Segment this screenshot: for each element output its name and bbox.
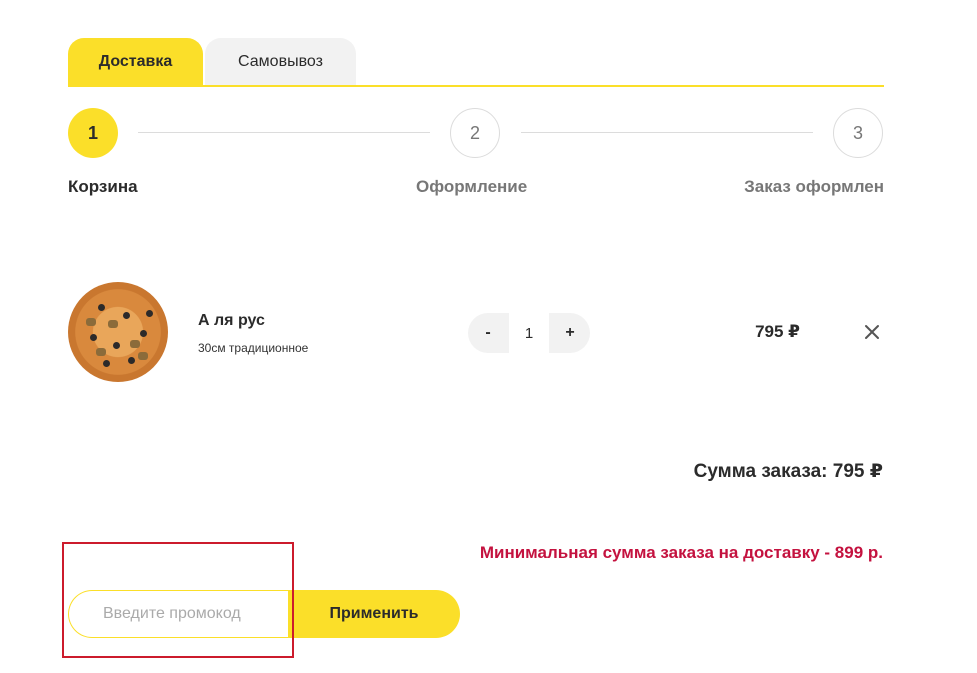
step-connector-2 <box>521 132 813 133</box>
step-1-circle: 1 <box>68 108 118 158</box>
increase-quantity-button[interactable]: + <box>550 313 590 353</box>
item-description: 30см традиционное <box>198 341 309 355</box>
order-total-label: Сумма заказа: <box>693 461 833 482</box>
step-connector-1 <box>138 132 430 133</box>
item-name: А ля рус <box>198 312 265 329</box>
quantity-value: 1 <box>509 313 549 353</box>
decrease-quantity-button[interactable]: - <box>468 313 508 353</box>
tab-underline <box>68 85 884 87</box>
quantity-stepper: - 1 + <box>468 313 590 353</box>
tab-pickup-label: Самовывоз <box>238 53 323 70</box>
tab-delivery-label: Доставка <box>98 53 173 70</box>
close-icon[interactable] <box>862 322 882 342</box>
order-total: Сумма заказа: 795 ₽ <box>694 460 883 483</box>
step-3-label: Заказ оформлен <box>744 177 884 196</box>
step-2-number: 2 <box>469 122 480 143</box>
step-1-label: Корзина <box>68 177 138 196</box>
order-total-value: 795 ₽ <box>832 461 883 482</box>
step-2-label: Оформление <box>416 177 528 196</box>
tab-pickup[interactable]: Самовывоз <box>205 38 356 86</box>
apply-promo-button[interactable]: Применить <box>288 590 460 638</box>
step-1-number: 1 <box>87 122 98 143</box>
item-price: 795 ₽ <box>755 322 800 341</box>
pizza-image <box>68 282 168 382</box>
step-3-number: 3 <box>852 122 863 143</box>
min-order-notice: Минимальная сумма заказа на доставку - 8… <box>479 543 883 562</box>
promo-code-input[interactable] <box>68 590 298 638</box>
step-3-circle: 3 <box>833 108 883 158</box>
step-2-circle: 2 <box>450 108 500 158</box>
tab-delivery[interactable]: Доставка <box>68 38 203 86</box>
